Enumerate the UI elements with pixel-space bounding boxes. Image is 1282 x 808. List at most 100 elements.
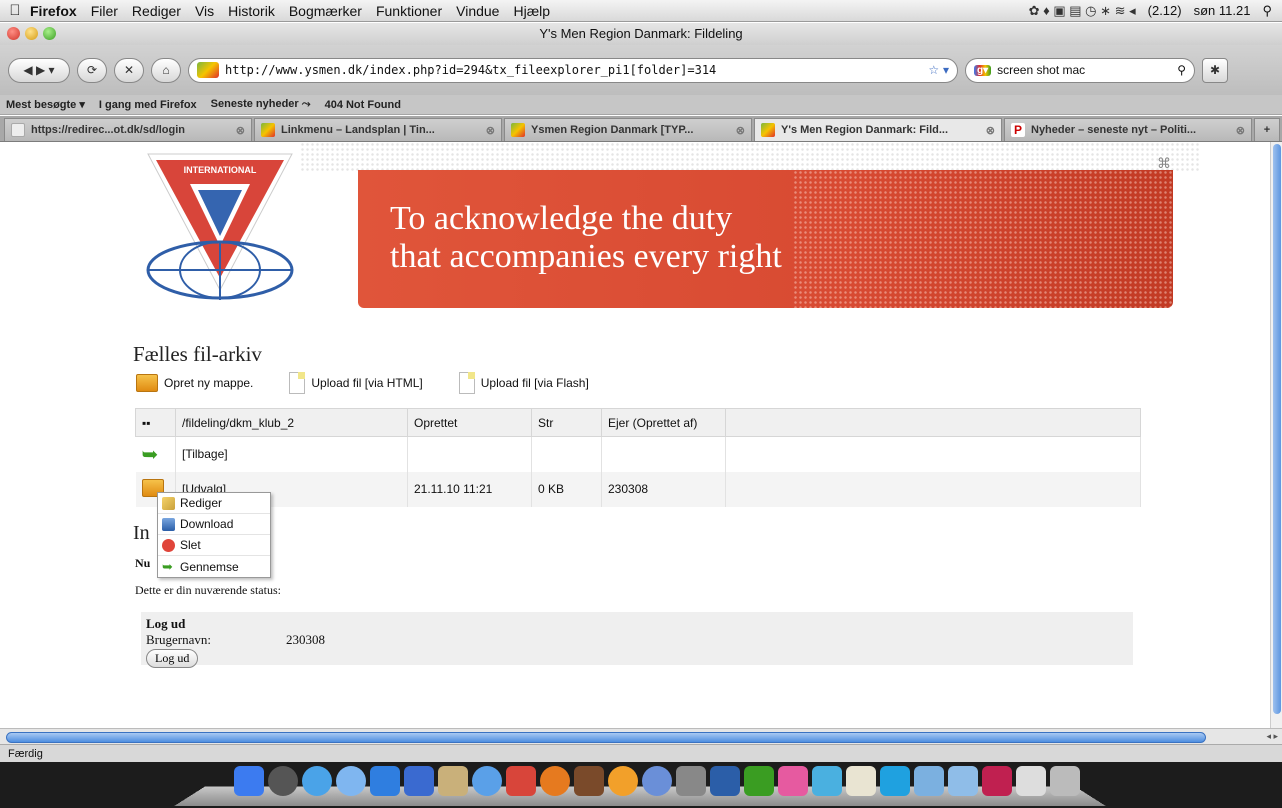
context-item-rediger[interactable]: Rediger [158, 493, 270, 514]
menu-bogmaerker[interactable]: Bogmærker [289, 3, 362, 19]
table-row[interactable]: [Udvalg] 21.11.10 11:21 0 KB 230308 [135, 471, 1141, 507]
menu-app-firefox[interactable]: Firefox [30, 3, 77, 19]
app-icon[interactable] [846, 766, 876, 796]
app-icon[interactable] [506, 766, 536, 796]
upload-flash-action[interactable]: Upload fil [via Flash] [458, 372, 589, 394]
status-bar: Færdig [0, 744, 1282, 762]
firefox-icon[interactable] [540, 766, 570, 796]
addon-icon[interactable]: ✱ [1202, 57, 1228, 83]
tab-linkmenu[interactable]: Linkmenu – Landsplan | Tin... ⊗ [254, 118, 502, 141]
menu-rediger[interactable]: Rediger [132, 3, 181, 19]
app-icon[interactable] [608, 766, 638, 796]
upload-flash-link[interactable]: Upload fil [via Flash] [481, 376, 589, 390]
menu-funktioner[interactable]: Funktioner [376, 3, 442, 19]
ichat-icon[interactable] [336, 766, 366, 796]
page-content: ⌘ INTERNATIONAL To acknowledge the duty … [0, 142, 1282, 728]
safari-icon[interactable] [302, 766, 332, 796]
bookmark-most-visited[interactable]: Mest besøgte ▾ [6, 98, 85, 111]
menu-historik[interactable]: Historik [228, 3, 275, 19]
app-icon[interactable] [744, 766, 774, 796]
back-forward-buttons[interactable]: ◀ ▶ ▾ [8, 57, 70, 83]
menu-hjaelp[interactable]: Hjælp [513, 3, 550, 19]
url-input[interactable]: http://www.ysmen.dk/index.php?id=294&tx_… [188, 57, 958, 83]
menu-filer[interactable]: Filer [91, 3, 118, 19]
reload-button[interactable]: ⟳ [77, 57, 107, 83]
create-folder-link[interactable]: Opret ny mappe. [164, 376, 253, 390]
tab-nyheder[interactable]: P Nyheder – seneste nyt – Politi... ⊗ [1004, 118, 1252, 141]
search-icon[interactable]: ⚲ [1177, 63, 1186, 77]
vertical-scrollbar[interactable] [1270, 142, 1282, 728]
word-icon[interactable] [710, 766, 740, 796]
horizontal-scroll-thumb[interactable] [6, 732, 1206, 743]
close-window-icon[interactable] [7, 27, 20, 40]
close-tab-icon[interactable]: ⊗ [236, 124, 245, 137]
app-icon[interactable] [1016, 766, 1046, 796]
context-item-download[interactable]: Download [158, 514, 270, 535]
username-label: Brugernavn: [146, 632, 211, 647]
dropbox-icon[interactable] [370, 766, 400, 796]
vertical-scroll-thumb[interactable] [1273, 144, 1281, 714]
battery-status[interactable]: (2.12) [1148, 3, 1182, 18]
row-name[interactable]: [Tilbage] [175, 436, 408, 472]
spotlight-icon[interactable]: ⚲ [1262, 3, 1272, 19]
row-size [531, 436, 602, 472]
finder-icon[interactable] [234, 766, 264, 796]
app-icon[interactable] [982, 766, 1012, 796]
zoom-window-icon[interactable] [43, 27, 56, 40]
dashboard-icon[interactable] [268, 766, 298, 796]
folder-icon[interactable] [948, 766, 978, 796]
status-tray-icons[interactable]: ✿ ♦ ▣ ▤ ◷ ∗ ≋ ◂ [1029, 3, 1136, 19]
itunes-icon[interactable] [472, 766, 502, 796]
close-tab-icon[interactable]: ⊗ [1236, 124, 1245, 137]
create-folder-action[interactable]: Opret ny mappe. [136, 374, 253, 392]
app-icon[interactable] [676, 766, 706, 796]
bookmark-latest-news[interactable]: Seneste nyheder ⤳ [211, 98, 311, 111]
close-tab-icon[interactable]: ⊗ [736, 124, 745, 137]
context-item-gennemse[interactable]: ➥ Gennemse [158, 556, 270, 577]
tab-ysmen-region[interactable]: Ysmen Region Danmark [TYP... ⊗ [504, 118, 752, 141]
app-icon[interactable] [812, 766, 842, 796]
archive-actions: Opret ny mappe. Upload fil [via HTML] Up… [136, 372, 625, 394]
pencil-icon [162, 496, 175, 510]
back-arrow-icon[interactable]: ➥ [135, 436, 176, 472]
trash-icon[interactable] [1050, 766, 1080, 796]
ysmen-logo[interactable]: INTERNATIONAL [140, 150, 300, 315]
logout-button[interactable]: Log ud [146, 649, 199, 668]
tab-login[interactable]: https://redirec...ot.dk/sd/login ⊗ [4, 118, 252, 141]
upload-html-action[interactable]: Upload fil [via HTML] [289, 372, 423, 394]
folder-icon[interactable] [914, 766, 944, 796]
upload-html-link[interactable]: Upload fil [via HTML] [311, 376, 422, 390]
close-tab-icon[interactable]: ⊗ [986, 124, 995, 137]
table-row[interactable]: ➥ [Tilbage] [135, 436, 1141, 472]
view-toggle-icon[interactable]: ▪▪ [135, 408, 176, 437]
apple-menu-icon[interactable]:  [0, 2, 30, 19]
close-tab-icon[interactable]: ⊗ [486, 124, 495, 137]
stop-button[interactable]: ✕ [114, 57, 144, 83]
row-created: 21.11.10 11:21 [407, 471, 532, 507]
menu-vis[interactable]: Vis [195, 3, 214, 19]
bookmark-getting-started[interactable]: I gang med Firefox [99, 99, 197, 111]
home-button[interactable]: ⌂ [151, 57, 181, 83]
google-icon[interactable]: g▾ [974, 64, 992, 76]
menu-vindue[interactable]: Vindue [456, 3, 499, 19]
app-icon[interactable] [778, 766, 808, 796]
new-tab-button[interactable]: + [1254, 118, 1280, 141]
folder-icon [136, 374, 158, 392]
app-icon[interactable] [574, 766, 604, 796]
app-icon[interactable] [642, 766, 672, 796]
bookmark-star-icon[interactable]: ☆ ▾ [928, 63, 949, 77]
scroll-arrows-icon[interactable]: ◂ ▸ [1266, 731, 1278, 742]
tab-strip: https://redirec...ot.dk/sd/login ⊗ Linkm… [0, 116, 1282, 142]
app-icon[interactable] [404, 766, 434, 796]
address-book-icon[interactable] [438, 766, 468, 796]
skype-icon[interactable] [880, 766, 910, 796]
politiken-favicon-icon: P [1011, 123, 1025, 137]
menu-clock[interactable]: søn 11.21 [1194, 3, 1251, 18]
column-created: Oprettet [407, 408, 532, 437]
context-item-slet[interactable]: Slet [158, 535, 270, 556]
bookmark-404[interactable]: 404 Not Found [325, 99, 401, 111]
minimize-window-icon[interactable] [25, 27, 38, 40]
horizontal-scrollbar[interactable]: ◂ ▸ [0, 728, 1282, 744]
search-input[interactable]: g▾ screen shot mac ⚲ [965, 57, 1195, 83]
tab-fildeling[interactable]: Y's Men Region Danmark: Fild... ⊗ [754, 118, 1002, 141]
